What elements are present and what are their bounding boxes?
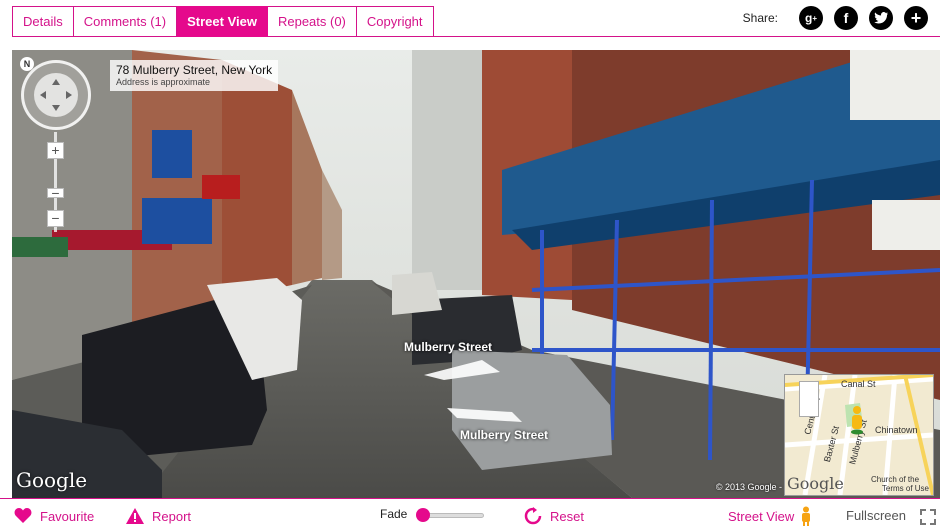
facebook-icon[interactable]: f bbox=[834, 6, 858, 30]
fullscreen-label: Fullscreen bbox=[846, 508, 906, 523]
fullscreen-icon bbox=[919, 508, 936, 525]
tab-divider bbox=[412, 36, 940, 37]
fullscreen-button[interactable]: Fullscreen bbox=[846, 508, 936, 525]
zoom-slider-handle[interactable]: − bbox=[47, 186, 64, 200]
twitter-icon[interactable] bbox=[869, 6, 893, 30]
tab-bar: Details Comments (1) Street View Repeats… bbox=[12, 6, 434, 37]
google-logo: Google bbox=[16, 468, 88, 492]
tab-comments[interactable]: Comments (1) bbox=[73, 6, 178, 37]
reset-icon bbox=[524, 507, 542, 525]
share-bar: Share: g + f + bbox=[743, 6, 928, 30]
street-view-label: Street View bbox=[728, 508, 795, 524]
mini-map-zoom-control[interactable] bbox=[799, 381, 819, 417]
zoom-in-button[interactable]: + bbox=[47, 142, 64, 159]
reset-label: Reset bbox=[550, 508, 584, 524]
pegman-icon[interactable] bbox=[849, 405, 865, 435]
report-button[interactable]: Report bbox=[126, 506, 191, 526]
map-label-canal-st: Canal St bbox=[841, 379, 876, 389]
fade-label: Fade bbox=[380, 507, 408, 521]
street-view-panorama[interactable]: 78 Mulberry Street, New York Address is … bbox=[12, 50, 940, 498]
tab-details[interactable]: Details bbox=[12, 6, 74, 37]
google-plus-icon[interactable]: g + bbox=[799, 6, 823, 30]
zoom-out-button[interactable]: − bbox=[47, 210, 64, 227]
pegman-icon bbox=[800, 506, 812, 526]
plus-icon[interactable]: + bbox=[904, 6, 928, 30]
map-label-chinatown: Chinatown bbox=[875, 425, 918, 435]
report-label: Report bbox=[152, 508, 192, 524]
street-view-button[interactable]: Street View bbox=[728, 506, 812, 526]
bottom-divider bbox=[0, 498, 940, 499]
address-box: 78 Mulberry Street, New York Address is … bbox=[110, 60, 279, 91]
fade-slider-handle[interactable] bbox=[416, 508, 430, 522]
pan-arrows-icon[interactable] bbox=[34, 73, 78, 117]
mini-map-google-logo: Google bbox=[787, 474, 844, 493]
address-note: Address is approximate bbox=[116, 77, 211, 87]
street-label-behind: Mulberry Street bbox=[460, 428, 549, 442]
warning-icon bbox=[126, 508, 144, 524]
reset-button[interactable]: Reset bbox=[524, 506, 584, 526]
map-copyright: © 2013 Google - bbox=[715, 482, 782, 492]
share-label: Share: bbox=[742, 11, 778, 25]
terms-link[interactable]: Terms of Use bbox=[882, 484, 929, 493]
favourite-label: Favourite bbox=[40, 508, 95, 524]
tab-street-view[interactable]: Street View bbox=[177, 6, 268, 37]
heart-icon bbox=[14, 508, 32, 524]
tab-copyright[interactable]: Copyright bbox=[356, 6, 434, 37]
compass-north-icon: N bbox=[20, 57, 34, 71]
favourite-button[interactable]: Favourite bbox=[14, 506, 94, 526]
tab-repeats[interactable]: Repeats (0) bbox=[267, 6, 357, 37]
mini-map[interactable]: Canal St Chinatown Centre St Baxter St M… bbox=[784, 374, 934, 496]
street-label-ahead: Mulberry Street bbox=[404, 340, 493, 354]
map-label-church: Church of the bbox=[871, 475, 920, 484]
address-text: 78 Mulberry Street, New York bbox=[116, 63, 273, 77]
pan-control[interactable]: N bbox=[20, 57, 91, 130]
fade-slider[interactable] bbox=[416, 508, 484, 522]
